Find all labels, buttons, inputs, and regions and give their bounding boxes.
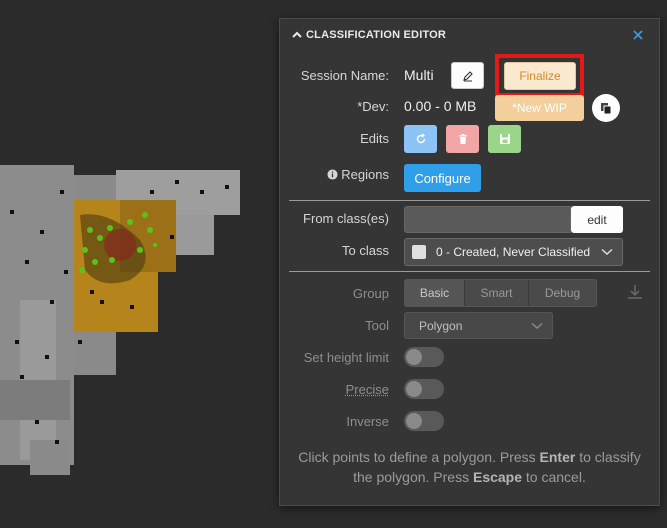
inverse-label: Inverse xyxy=(346,414,389,429)
from-class-input[interactable] xyxy=(404,206,571,233)
highlight-box xyxy=(495,54,584,97)
edits-label: Edits xyxy=(360,131,389,146)
to-class-label: To class xyxy=(342,243,389,258)
toggle-knob xyxy=(406,413,422,429)
point-cloud-view[interactable] xyxy=(0,0,280,528)
chevron-down-icon xyxy=(601,248,613,255)
copy-icon xyxy=(601,103,612,115)
chevron-down-icon xyxy=(531,322,543,329)
tool-value: Polygon xyxy=(419,318,463,333)
group-option-smart[interactable]: Smart xyxy=(465,280,529,306)
precise-label-text: Precise xyxy=(345,382,389,397)
help-key-escape: Escape xyxy=(472,469,523,485)
divider xyxy=(289,200,650,201)
delete-button[interactable] xyxy=(446,125,479,153)
info-icon xyxy=(327,169,338,180)
inverse-toggle[interactable] xyxy=(404,411,444,431)
save-button[interactable] xyxy=(488,125,521,153)
group-segmented-control: Basic Smart Debug xyxy=(404,279,597,307)
class-color-swatch xyxy=(412,245,426,259)
classification-editor-panel: CLASSIFICATION EDITOR Session Name: Mult… xyxy=(279,18,660,506)
panel-title: CLASSIFICATION EDITOR xyxy=(306,29,447,41)
help-text: Click points to define a polygon. Press … xyxy=(296,447,643,487)
refresh-icon xyxy=(416,133,425,144)
divider xyxy=(289,271,650,272)
precise-label: Precise xyxy=(290,382,389,397)
group-option-debug[interactable]: Debug xyxy=(529,280,596,306)
session-name-value: Multi xyxy=(404,67,434,83)
regions-label: Regions xyxy=(341,167,389,182)
help-text-part: Click points to define a polygon. Press xyxy=(298,449,540,465)
edit-session-button[interactable] xyxy=(451,62,484,89)
tool-label: Tool xyxy=(365,318,389,333)
to-class-select[interactable]: 0 - Created, Never Classified xyxy=(404,238,623,266)
chevron-up-icon[interactable] xyxy=(291,29,303,41)
group-option-basic[interactable]: Basic xyxy=(405,280,465,306)
dev-label: *Dev: xyxy=(357,99,389,114)
regions-label-row: Regions xyxy=(290,167,389,182)
undo-button[interactable] xyxy=(404,125,437,153)
trash-icon xyxy=(458,134,467,144)
from-class-label: From class(es) xyxy=(303,211,389,226)
set-height-limit-toggle[interactable] xyxy=(404,347,444,367)
save-icon xyxy=(499,134,510,144)
toggle-knob xyxy=(406,381,422,397)
to-class-value: 0 - Created, Never Classified xyxy=(436,245,591,259)
session-name-label: Session Name: xyxy=(300,68,389,83)
precise-toggle[interactable] xyxy=(404,379,444,399)
toggle-knob xyxy=(406,349,422,365)
close-icon[interactable] xyxy=(631,28,645,42)
dev-value: 0.00 - 0 MB xyxy=(404,98,477,114)
edit-from-class-button[interactable]: edit xyxy=(571,206,623,233)
download-icon[interactable] xyxy=(626,283,644,301)
tool-select[interactable]: Polygon xyxy=(404,312,553,339)
help-text-part: to cancel. xyxy=(522,469,586,485)
new-wip-button[interactable]: *New WIP xyxy=(495,95,584,121)
pencil-icon xyxy=(462,70,473,81)
panel-header[interactable]: CLASSIFICATION EDITOR xyxy=(280,19,659,51)
set-height-limit-label: Set height limit xyxy=(303,350,389,365)
copy-button[interactable] xyxy=(592,94,620,122)
configure-button[interactable]: Configure xyxy=(404,164,481,192)
group-label: Group xyxy=(352,286,389,301)
help-key-enter: Enter xyxy=(539,449,576,465)
